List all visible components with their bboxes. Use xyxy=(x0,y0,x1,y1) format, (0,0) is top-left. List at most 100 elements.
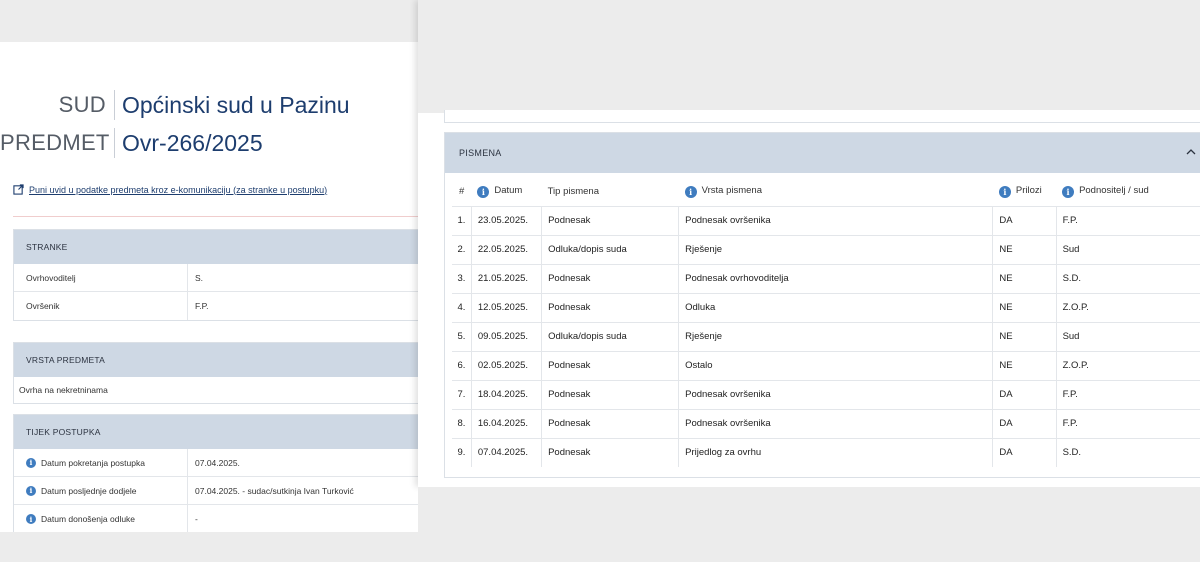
full-access-link[interactable]: Puni uvid u podatke predmeta kroz e-komu… xyxy=(13,184,327,195)
case-details-window: SUD Općinski sud u Pazinu PREDMET Ovr-26… xyxy=(0,42,418,532)
info-icon[interactable]: i xyxy=(26,457,36,468)
row-number: 6. xyxy=(452,351,472,381)
row-number: 8. xyxy=(452,409,472,439)
procedure-row: i Datum donošenja odluke - xyxy=(14,505,418,532)
row-submitter: Sud xyxy=(1055,235,1200,265)
column-header-date: i Datum xyxy=(471,178,542,207)
chevron-up-icon[interactable] xyxy=(1185,146,1197,158)
info-icon[interactable]: i xyxy=(998,186,1011,199)
info-icon[interactable]: i xyxy=(477,186,490,199)
row-date: 23.05.2025. xyxy=(470,206,542,236)
table-header-row: # i Datum Tip pismena i Vrsta pismena i Pri… xyxy=(452,178,1200,207)
row-type: Podnesak xyxy=(541,380,679,410)
row-attachments: NE xyxy=(992,351,1057,381)
row-submitter: F.P. xyxy=(1055,409,1200,439)
row-date: 16.04.2025. xyxy=(470,409,542,439)
table-row[interactable]: 3. 21.05.2025. Podnesak Podnesak ovrhovodit… xyxy=(452,264,1200,294)
parties-card-title[interactable]: STRANKE xyxy=(14,230,418,264)
table-row[interactable]: 8. 16.04.2025. Podnesak Podnesak ovršenika D… xyxy=(452,409,1200,439)
table-row[interactable]: 2. 22.05.2025. Odluka/dopis suda Rješenje NE… xyxy=(452,235,1200,265)
row-kind: Prijedlog za ovrhu xyxy=(678,438,993,467)
row-submitter: Z.O.P. xyxy=(1055,293,1200,323)
party-row: Ovršenik F.P. xyxy=(14,292,418,320)
procedure-row: i Datum posljednje dodjele 07.04.2025. -… xyxy=(14,477,418,505)
row-date: 18.04.2025. xyxy=(470,380,542,410)
row-number: 9. xyxy=(457,447,466,459)
case-label: PREDMET xyxy=(0,130,110,155)
table-row[interactable]: 7. 18.04.2025. Podnesak Podnesak ovršenika D… xyxy=(452,380,1200,410)
parties-card: STRANKE Ovrhovoditelj S. Ovršenik F.P. xyxy=(13,229,418,321)
table-row[interactable]: 9. 07.04.2025. Podnesak Prijedlog za ovrhu D… xyxy=(452,438,1200,467)
row-number: 1. xyxy=(452,206,472,236)
column-header-attachments: i Prilozi xyxy=(992,178,1057,207)
row-number: 5. xyxy=(452,322,472,352)
row-type: Podnesak xyxy=(541,264,679,294)
table-row[interactable]: 6. 02.05.2025. Podnesak Ostalo NE Z.O.P. xyxy=(452,351,1200,381)
column-header-type: Tip pismena xyxy=(541,178,679,207)
row-kind: Rješenje xyxy=(678,322,993,352)
previous-card-bottom xyxy=(444,110,1200,123)
court-row: SUD Općinski sud u Pazinu xyxy=(0,90,350,120)
documents-window: PISMENA # i Datum Tip pismena i Vrsta pism… xyxy=(418,0,1200,487)
procedure-card: TIJEK POSTUPKA i Datum pokretanja postup… xyxy=(13,414,418,532)
info-icon[interactable]: i xyxy=(1062,186,1075,199)
row-number: 7. xyxy=(452,380,472,410)
procedure-value: 07.04.2025. - sudac/sutkinja Ivan Turkov… xyxy=(195,485,354,496)
party-role: Ovrhovoditelj xyxy=(14,264,188,291)
documents-card-header[interactable]: PISMENA xyxy=(445,133,1200,173)
external-link-icon xyxy=(13,184,24,195)
case-type-card-title[interactable]: VRSTA PREDMETA xyxy=(14,343,418,377)
row-number: 2. xyxy=(452,235,472,265)
row-submitter: Sud xyxy=(1055,322,1200,352)
row-kind: Podnesak ovrhovoditelja xyxy=(678,264,993,294)
row-date: 09.05.2025. xyxy=(470,322,542,352)
row-type: Podnesak xyxy=(541,351,679,381)
table-row[interactable]: 1. 23.05.2025. Podnesak Podnesak ovršenika D… xyxy=(452,206,1200,236)
row-kind: Podnesak ovršenika xyxy=(678,409,993,439)
bottom-background xyxy=(418,487,1200,562)
row-submitter: S.D. xyxy=(1055,438,1200,467)
table-row[interactable]: 4. 12.05.2025. Podnesak Odluka NE Z.O.P. xyxy=(452,293,1200,323)
procedure-card-title[interactable]: TIJEK POSTUPKA xyxy=(14,415,418,449)
row-type: Podnesak xyxy=(541,438,679,467)
row-number: 3. xyxy=(452,264,472,294)
full-access-link-text[interactable]: Puni uvid u podatke predmeta kroz e-komu… xyxy=(29,185,327,195)
case-type-value: Ovrha na nekretninama xyxy=(19,385,108,395)
row-attachments: DA xyxy=(992,206,1057,236)
info-icon[interactable]: i xyxy=(684,186,697,199)
row-kind: Rješenje xyxy=(678,235,993,265)
documents-card-title: PISMENA xyxy=(459,148,502,158)
party-name: F.P. xyxy=(195,301,209,311)
row-attachments: DA xyxy=(992,409,1057,439)
row-date: 12.05.2025. xyxy=(470,293,542,323)
row-type: Podnesak xyxy=(541,409,679,439)
column-header-number: # xyxy=(452,178,472,207)
case-type-card: VRSTA PREDMETA Ovrha na nekretninama xyxy=(13,342,418,404)
column-header-kind: i Vrsta pismena xyxy=(678,178,993,207)
row-kind: Odluka xyxy=(678,293,993,323)
row-date: 22.05.2025. xyxy=(470,235,542,265)
case-row: PREDMET Ovr-266/2025 xyxy=(0,128,263,158)
table-row[interactable]: 5. 09.05.2025. Odluka/dopis suda Rješenje NE… xyxy=(452,322,1200,352)
procedure-key: Datum donošenja odluke xyxy=(41,514,136,524)
row-submitter: Z.O.P. xyxy=(1055,351,1200,381)
procedure-row: i Datum pokretanja postupka 07.04.2025. xyxy=(14,449,418,477)
row-attachments: NE xyxy=(992,322,1057,352)
row-attachments: NE xyxy=(992,235,1057,265)
row-kind: Podnesak ovršenika xyxy=(678,206,993,236)
divider xyxy=(13,216,418,217)
row-type: Odluka/dopis suda xyxy=(541,322,679,352)
case-number: Ovr-266/2025 xyxy=(122,129,263,156)
documents-card: PISMENA # i Datum Tip pismena i Vrsta pism… xyxy=(444,132,1200,478)
info-icon[interactable]: i xyxy=(26,514,36,524)
info-icon[interactable]: i xyxy=(26,485,36,496)
row-date: 02.05.2025. xyxy=(470,351,542,381)
row-attachments: NE xyxy=(992,293,1057,323)
row-date: 07.04.2025. xyxy=(470,438,542,467)
row-type: Podnesak xyxy=(541,293,679,323)
party-role: Ovršenik xyxy=(14,292,188,320)
row-attachments: DA xyxy=(992,380,1057,410)
row-kind: Ostalo xyxy=(678,351,993,381)
column-header-submitter: i Podnositelj / sud xyxy=(1056,178,1200,207)
procedure-key: Datum posljednje dodjele xyxy=(41,485,137,496)
